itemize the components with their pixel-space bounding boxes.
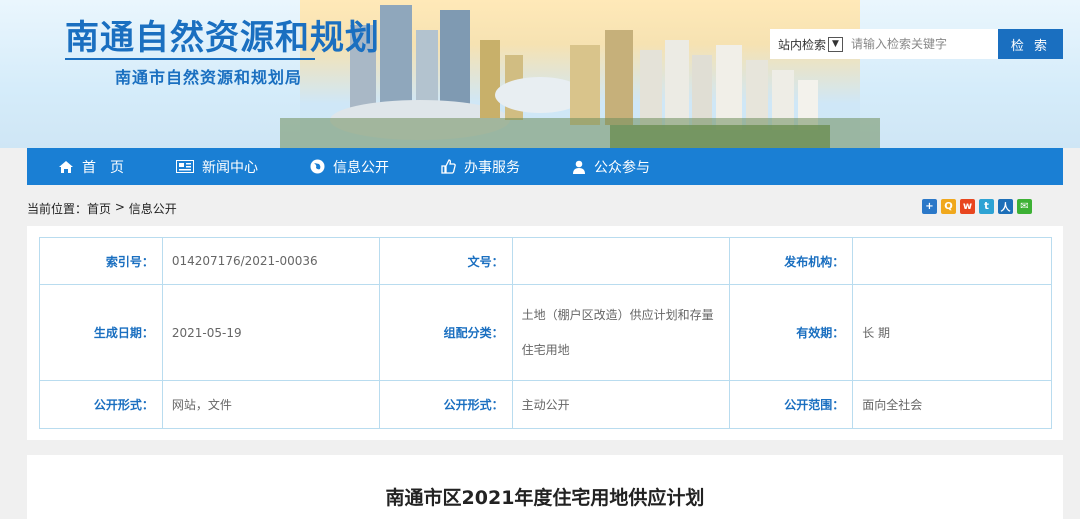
search-scope-label: 站内检索 bbox=[778, 37, 827, 52]
nav-label: 新闻中心 bbox=[202, 159, 258, 176]
form-value: 网站，文件 bbox=[161, 380, 380, 429]
share-tencent-weibo-icon[interactable]: t bbox=[979, 199, 994, 214]
search-box: 站内检索 ▼ bbox=[770, 29, 998, 59]
validity-value: 长 期 bbox=[852, 284, 1052, 381]
validity-label: 有效期： bbox=[729, 284, 854, 381]
share-bar: + Q w t 人 ✉ bbox=[922, 199, 1032, 214]
method-label: 公开形式： bbox=[378, 380, 513, 429]
nav-label: 首 页 bbox=[82, 159, 124, 176]
search-button[interactable]: 检 索 bbox=[998, 29, 1063, 59]
main-nav: 首 页 新闻中心 信息公开 办事服务 公众参与 bbox=[27, 148, 1063, 185]
table-row: 生成日期： 2021-05-19 组配分类： 土地（棚户区改造）供应计划和存量 … bbox=[39, 284, 1052, 381]
publisher-label: 发布机构： bbox=[729, 237, 854, 285]
nav-label: 办事服务 bbox=[464, 159, 520, 176]
publisher-value bbox=[852, 237, 1052, 285]
thumbs-up-icon bbox=[441, 159, 456, 174]
info-table: 索引号： 014207176/2021-00036 文号： 发布机构： 生成日期… bbox=[39, 237, 1052, 429]
category-line-1: 土地（棚户区改造）供应计划和存量 bbox=[521, 307, 714, 322]
index-no-label: 索引号： bbox=[39, 237, 163, 285]
date-label: 生成日期： bbox=[39, 284, 163, 381]
share-wechat-icon[interactable]: ✉ bbox=[1017, 199, 1032, 214]
nav-item-services[interactable]: 办事服务 bbox=[441, 148, 520, 185]
article-panel: 南通市区2021年度住宅用地供应计划 bbox=[27, 455, 1063, 519]
globe-icon bbox=[310, 159, 325, 174]
search-scope-select[interactable]: 站内检索 ▼ bbox=[778, 33, 844, 55]
share-weibo-icon[interactable]: w bbox=[960, 199, 975, 214]
category-line-2: 住宅用地 bbox=[521, 342, 570, 357]
breadcrumb-home-link[interactable]: 首页 bbox=[87, 200, 111, 217]
method-value: 主动公开 bbox=[511, 380, 731, 429]
category-label: 组配分类： bbox=[378, 284, 513, 381]
user-icon bbox=[572, 160, 586, 174]
chevron-down-icon[interactable]: ▼ bbox=[828, 36, 844, 52]
breadcrumb-prefix: 当前位置： bbox=[27, 202, 88, 216]
home-icon bbox=[58, 160, 74, 174]
nav-item-info-public[interactable]: 信息公开 bbox=[310, 148, 389, 185]
search-input[interactable] bbox=[851, 33, 984, 55]
form-label: 公开形式： bbox=[39, 380, 163, 429]
share-more-icon[interactable]: + bbox=[922, 199, 937, 214]
article-title: 南通市区2021年度住宅用地供应计划 bbox=[385, 487, 705, 509]
nav-item-news[interactable]: 新闻中心 bbox=[176, 148, 258, 185]
nav-item-public-participation[interactable]: 公众参与 bbox=[572, 148, 650, 185]
index-no-value: 014207176/2021-00036 bbox=[161, 237, 380, 285]
share-renren-icon[interactable]: 人 bbox=[998, 199, 1013, 214]
date-value: 2021-05-19 bbox=[161, 284, 380, 381]
scope-label: 公开范围： bbox=[729, 380, 854, 429]
newspaper-icon bbox=[176, 160, 194, 173]
info-panel: 索引号： 014207176/2021-00036 文号： 发布机构： 生成日期… bbox=[27, 226, 1063, 440]
share-qzone-icon[interactable]: Q bbox=[941, 199, 956, 214]
nav-item-home[interactable]: 首 页 bbox=[58, 148, 124, 185]
site-subtitle: 南通市自然资源和规划局 bbox=[115, 68, 303, 87]
doc-no-value bbox=[511, 237, 731, 285]
nav-label: 信息公开 bbox=[333, 159, 389, 176]
title-underline bbox=[65, 58, 315, 60]
breadcrumb-separator: > bbox=[111, 200, 129, 214]
table-row: 公开形式： 网站，文件 公开形式： 主动公开 公开范围： 面向全社会 bbox=[39, 380, 1052, 429]
scope-value: 面向全社会 bbox=[852, 380, 1052, 429]
header-banner: 南通自然资源和规划 南通市自然资源和规划局 站内检索 ▼ bbox=[0, 0, 1080, 148]
table-row: 索引号： 014207176/2021-00036 文号： 发布机构： bbox=[39, 237, 1052, 285]
breadcrumb: 当前位置： 首页 > 信息公开 bbox=[27, 200, 177, 217]
nav-label: 公众参与 bbox=[594, 159, 650, 176]
site-title: 南通自然资源和规划 bbox=[65, 18, 380, 58]
category-value: 土地（棚户区改造）供应计划和存量 住宅用地 bbox=[511, 284, 731, 381]
doc-no-label: 文号： bbox=[378, 237, 513, 285]
breadcrumb-current-link[interactable]: 信息公开 bbox=[129, 200, 177, 217]
